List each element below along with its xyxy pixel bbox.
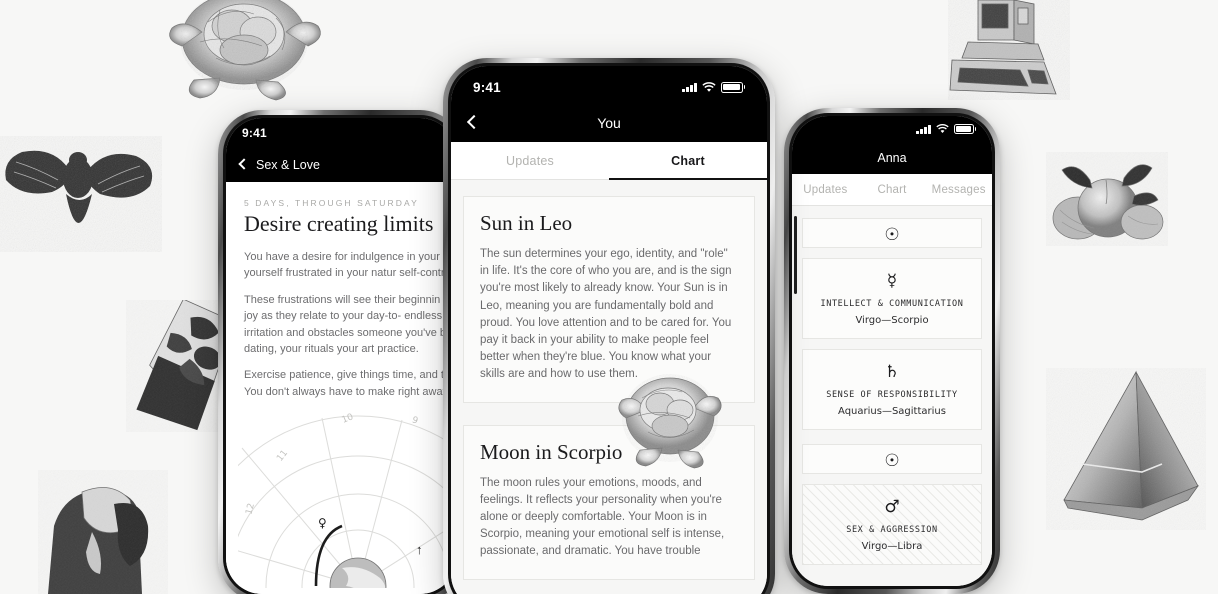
article-paragraph-1: You have a desire for indulgence in your… (244, 251, 456, 280)
right-tab-chart[interactable]: Chart (859, 174, 926, 205)
bird-engraving-icon (0, 136, 162, 252)
astrology-wheel[interactable]: 10 9 11 12 ♀ ♀ ↑ (238, 408, 456, 589)
peony-flower-top-icon (158, 0, 330, 106)
left-nav-back-label[interactable]: Sex & Love (256, 158, 320, 172)
right-phone: Anna Updates Chart Messages ☉ ☿ INTELLEC… (784, 108, 1000, 594)
saturn-glyph-icon: ♄ (884, 362, 900, 382)
planet-card-partial-top[interactable]: ☉ (802, 218, 982, 248)
right-nav-title: Anna (877, 151, 907, 165)
right-planet-list[interactable]: ☉ ☿ INTELLECT & COMMUNICATION Virgo—Scor… (792, 206, 992, 586)
center-tab-chart-label: Chart (671, 154, 705, 168)
vintage-computer-icon (948, 0, 1070, 100)
right-tab-bar: Updates Chart Messages (792, 174, 992, 206)
center-status-time: 9:41 (473, 79, 501, 95)
left-phone-screen: 9:41 Sex & Love 5 DAYS, THROUGH SATURDAY… (226, 118, 456, 594)
planet-card-saturn[interactable]: ♄ SENSE OF RESPONSIBILITY Aquarius—Sagit… (802, 349, 982, 430)
planet-card-partial-lower[interactable]: ☉ (802, 444, 982, 474)
center-tab-bar: Updates Chart (451, 142, 767, 180)
mars-glyph-icon: ♂ (884, 497, 900, 517)
cellular-signal-icon (916, 124, 931, 134)
wifi-icon-center (701, 81, 716, 92)
planet-signs-mercury: Virgo—Scorpio (855, 315, 929, 326)
bending-figure-icon (38, 470, 168, 594)
center-tab-chart[interactable]: Chart (609, 142, 767, 180)
chart-card-moon[interactable]: Moon in Scorpio The moon rules your emot… (463, 424, 755, 580)
center-nav-bar: You (451, 104, 767, 142)
right-phone-bezel: Anna Updates Chart Messages ☉ ☿ INTELLEC… (789, 113, 995, 589)
article-headline: Desire creating limits (244, 211, 434, 236)
battery-icon-center (720, 81, 745, 93)
fruit-still-life-icon (1046, 152, 1168, 246)
center-chart-list[interactable]: Sun in Leo The sun determines your ego, … (451, 180, 767, 594)
cellular-signal-icon-center (682, 82, 697, 92)
venus-glyph-icon-left: ♀ (318, 516, 327, 531)
planet-domain-saturn: SENSE OF RESPONSIBILITY (826, 390, 958, 400)
planet-card-mercury[interactable]: ☿ INTELLECT & COMMUNICATION Virgo—Scorpi… (802, 258, 982, 339)
article-paragraph-3: Exercise patience, give things time, and… (244, 369, 456, 398)
planet-domain-mars: SEX & AGGRESSION (846, 525, 938, 535)
center-status-icons (682, 81, 745, 93)
chart-card-moon-title: Moon in Scorpio (480, 439, 623, 464)
right-tab-messages[interactable]: Messages (925, 174, 992, 205)
right-tab-chart-label: Chart (877, 184, 907, 196)
chart-card-moon-body: The moon rules your emotions, moods, and… (480, 476, 725, 558)
glass-pyramid-icon (1046, 368, 1206, 530)
chart-card-sun[interactable]: Sun in Leo The sun determines your ego, … (463, 196, 755, 403)
center-phone: 9:41 You Updates Chart Sun in Leo The su… (443, 58, 775, 594)
right-tab-messages-label: Messages (931, 184, 986, 196)
left-status-bar: 9:41 (226, 118, 456, 148)
chevron-left-icon[interactable] (238, 158, 250, 170)
planet-signs-saturn: Aquarius—Sagittarius (838, 406, 946, 417)
collage-stage: Anna Updates Chart Messages ☉ ☿ INTELLEC… (0, 0, 1218, 594)
center-nav-title: You (597, 115, 621, 131)
wifi-icon (935, 124, 949, 133)
left-nav-bar: Sex & Love (226, 148, 456, 182)
center-status-bar: 9:41 (451, 66, 767, 104)
planet-card-mars[interactable]: ♂ SEX & AGGRESSION Virgo—Libra (802, 484, 982, 565)
right-nav-bar: Anna (792, 142, 992, 174)
right-scrollbar[interactable] (794, 216, 797, 294)
article-kicker: 5 DAYS, THROUGH SATURDAY (244, 198, 419, 208)
left-phone: 9:41 Sex & Love 5 DAYS, THROUGH SATURDAY… (218, 110, 464, 594)
right-phone-screen: Anna Updates Chart Messages ☉ ☿ INTELLEC… (792, 116, 992, 586)
right-tab-updates-label: Updates (803, 184, 848, 196)
right-tab-updates[interactable]: Updates (792, 174, 859, 205)
center-tab-updates-label: Updates (506, 154, 554, 168)
chart-card-sun-body: The sun determines your ego, identity, a… (480, 248, 732, 381)
center-phone-bezel: 9:41 You Updates Chart Sun in Leo The su… (448, 63, 770, 594)
ascendant-arrow-icon: ↑ (416, 542, 423, 558)
sun-glyph-icon: ☉ (884, 225, 900, 245)
left-status-time: 9:41 (242, 126, 267, 140)
planet-signs-mars: Virgo—Libra (861, 541, 923, 552)
right-status-icons (916, 124, 976, 134)
left-phone-bezel: 9:41 Sex & Love 5 DAYS, THROUGH SATURDAY… (223, 115, 459, 594)
planet-domain-mercury: INTELLECT & COMMUNICATION (820, 299, 964, 309)
battery-icon (953, 124, 976, 134)
left-article[interactable]: 5 DAYS, THROUGH SATURDAY Desire creating… (226, 182, 456, 594)
center-phone-screen: 9:41 You Updates Chart Sun in Leo The su… (451, 66, 767, 594)
article-paragraph-2: These frustrations will see their beginn… (244, 293, 456, 356)
center-tab-updates[interactable]: Updates (451, 142, 609, 179)
chart-card-sun-title: Sun in Leo (480, 211, 573, 235)
right-status-bar (792, 116, 992, 142)
sun-glyph-icon-2: ☉ (884, 451, 900, 471)
mercury-glyph-icon: ☿ (886, 271, 898, 291)
